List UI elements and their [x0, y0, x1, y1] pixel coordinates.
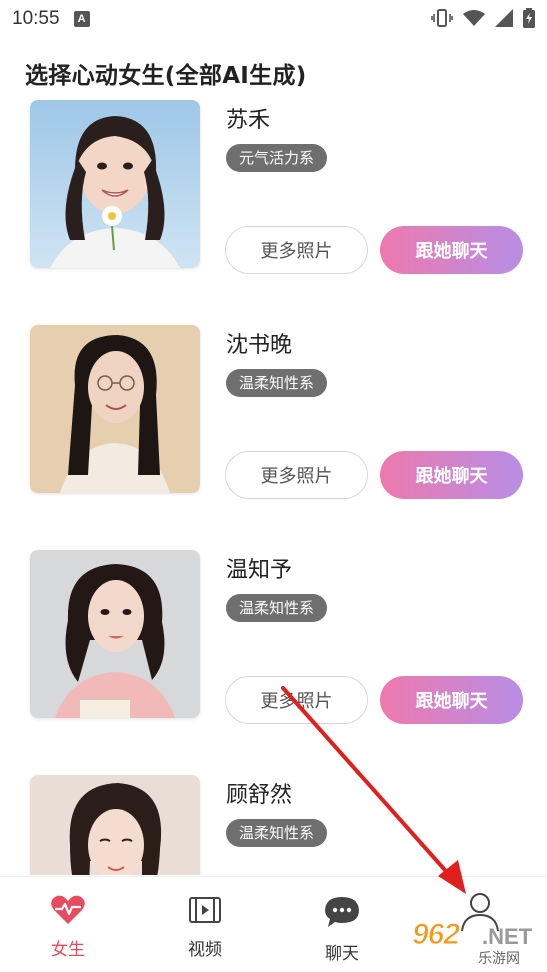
- more-photos-button[interactable]: 更多照片: [225, 226, 368, 274]
- battery-charging-icon: [523, 8, 535, 32]
- style-tag: 元气活力系: [226, 144, 328, 172]
- nav-label: 聊天: [325, 944, 359, 964]
- notification-icon: A: [73, 11, 90, 27]
- profile-photo[interactable]: [30, 100, 200, 268]
- profile-card: 顾舒然 温柔知性系: [0, 775, 547, 875]
- nav-tab-videos[interactable]: 视频: [165, 895, 245, 960]
- nav-tab-chat[interactable]: 聊天: [302, 895, 382, 964]
- nav-label: 女生: [51, 940, 85, 960]
- watermark-number: 962: [411, 918, 460, 952]
- profile-name: 苏禾: [226, 108, 271, 133]
- profile-card: 苏禾 元气活力系 更多照片 跟她聊天: [0, 100, 547, 300]
- profile-list[interactable]: 苏禾 元气活力系 更多照片 跟她聊天 沈书晚 温柔知性系 更多照片 跟她聊天 温…: [0, 100, 547, 875]
- chat-bubble-icon: [323, 895, 361, 933]
- status-time: 10:55: [12, 8, 60, 29]
- profile-photo[interactable]: [30, 550, 200, 718]
- profile-photo[interactable]: [30, 775, 200, 875]
- watermark-suffix: .NET: [482, 924, 533, 949]
- profile-name: 沈书晚: [226, 333, 293, 358]
- film-icon: [188, 895, 222, 929]
- nav-tab-girls[interactable]: 女生: [28, 895, 108, 960]
- nav-label: 视频: [188, 940, 222, 960]
- profile-card: 沈书晚 温柔知性系 更多照片 跟她聊天: [0, 325, 547, 525]
- vibrate-icon: [431, 8, 453, 32]
- profile-photo[interactable]: [30, 325, 200, 493]
- profile-name: 温知予: [226, 558, 293, 583]
- more-photos-button[interactable]: 更多照片: [225, 451, 368, 499]
- signal-icon: [495, 9, 513, 31]
- chat-with-her-button[interactable]: 跟她聊天: [380, 676, 523, 724]
- status-bar: 10:55 A: [0, 0, 547, 38]
- status-icons: [431, 8, 535, 32]
- more-photos-button[interactable]: 更多照片: [225, 676, 368, 724]
- style-tag: 温柔知性系: [226, 594, 328, 622]
- heart-pulse-icon: [51, 895, 85, 929]
- profile-name: 顾舒然: [226, 783, 293, 808]
- chat-with-her-button[interactable]: 跟她聊天: [380, 451, 523, 499]
- chat-with-her-button[interactable]: 跟她聊天: [380, 226, 523, 274]
- site-watermark: 962 .NET 乐游网: [411, 918, 542, 970]
- style-tag: 温柔知性系: [226, 369, 328, 397]
- watermark-sub: 乐游网: [478, 951, 520, 967]
- page-title: 选择心动女生(全部AI生成): [25, 63, 307, 89]
- style-tag: 温柔知性系: [226, 819, 328, 847]
- wifi-icon: [463, 9, 485, 31]
- profile-card: 温知予 温柔知性系 更多照片 跟她聊天: [0, 550, 547, 750]
